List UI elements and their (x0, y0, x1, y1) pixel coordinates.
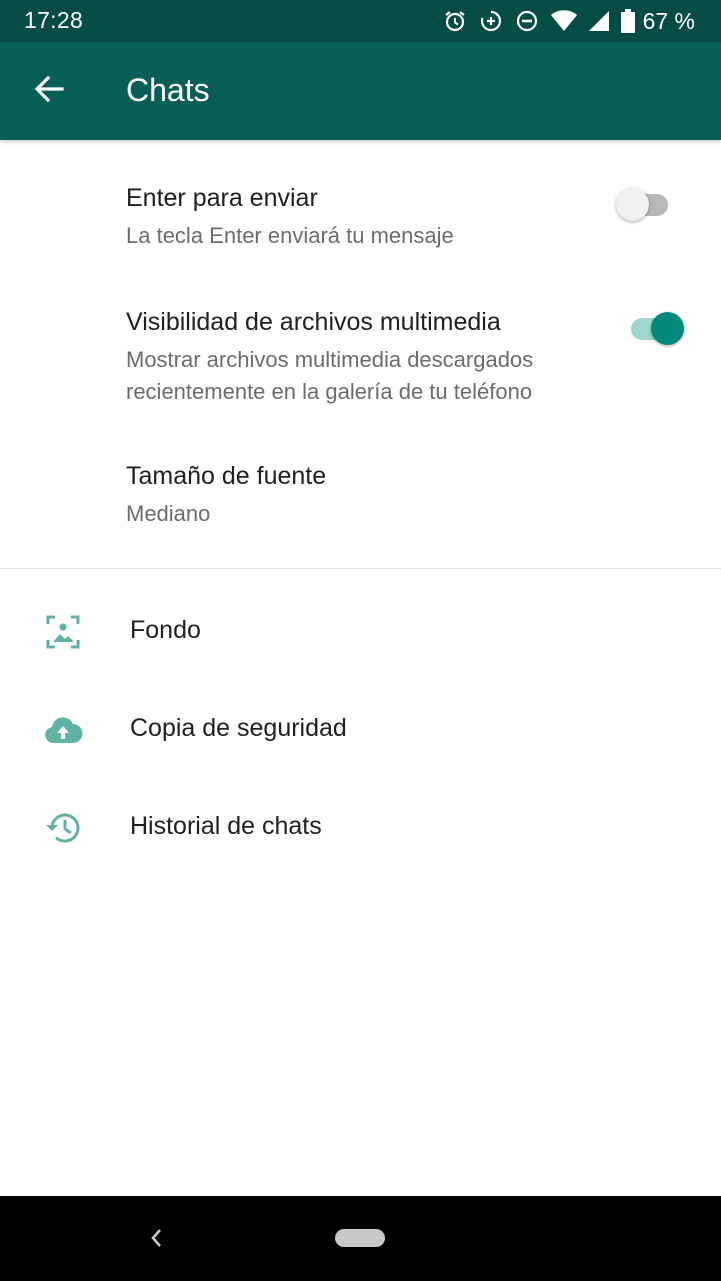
do-not-disturb-icon (515, 9, 539, 33)
setting-subtitle: Mostrar archivos multimedia descargados … (126, 347, 534, 404)
setting-title: Visibilidad de archivos multimedia (126, 308, 501, 336)
menu-item-wallpaper[interactable]: Fondo (0, 584, 721, 680)
setting-font-size[interactable]: Tamaño de fuente Mediano (0, 440, 721, 552)
nav-home-pill[interactable] (335, 1229, 385, 1247)
menu-item-label: Fondo (130, 616, 201, 644)
wifi-icon (550, 10, 577, 32)
alarm-icon (443, 9, 467, 33)
cloud-upload-icon (43, 710, 83, 750)
media-visibility-switch[interactable] (625, 308, 685, 348)
history-icon (43, 808, 83, 848)
navigation-bar (0, 1196, 721, 1281)
divider (0, 568, 721, 569)
data-saver-icon (479, 9, 503, 33)
setting-subtitle: Mediano (126, 501, 211, 526)
status-bar: 17:28 67 % (0, 0, 721, 42)
page-title: Chats (126, 72, 210, 108)
switch-thumb (651, 312, 684, 345)
signal-icon (588, 11, 609, 31)
setting-enter-to-send[interactable]: Enter para enviar La tecla Enter enviará… (0, 160, 721, 272)
enter-to-send-switch[interactable] (616, 184, 676, 224)
status-time: 17:28 (24, 7, 84, 33)
app-bar: Chats (0, 42, 721, 140)
arrow-back-icon (34, 75, 64, 108)
setting-subtitle: La tecla Enter enviará tu mensaje (126, 223, 454, 248)
switch-thumb (616, 188, 649, 221)
wallpaper-icon (43, 612, 83, 652)
setting-title: Tamaño de fuente (126, 462, 327, 490)
menu-item-label: Copia de seguridad (130, 714, 347, 742)
status-icons: 67 % (443, 8, 695, 34)
battery-percent: 67 % (642, 7, 695, 34)
menu-item-backup[interactable]: Copia de seguridad (0, 682, 721, 778)
nav-back-icon[interactable] (144, 1224, 168, 1252)
settings-chats-screen: 17:28 67 % Chats Enter para enviar La te… (0, 0, 721, 1281)
setting-title: Enter para enviar (126, 184, 318, 212)
menu-item-chat-history[interactable]: Historial de chats (0, 780, 721, 876)
menu-item-label: Historial de chats (130, 812, 322, 840)
back-button[interactable] (22, 67, 76, 115)
setting-media-visibility[interactable]: Visibilidad de archivos multimedia Mostr… (0, 286, 721, 426)
battery-icon (620, 9, 635, 33)
